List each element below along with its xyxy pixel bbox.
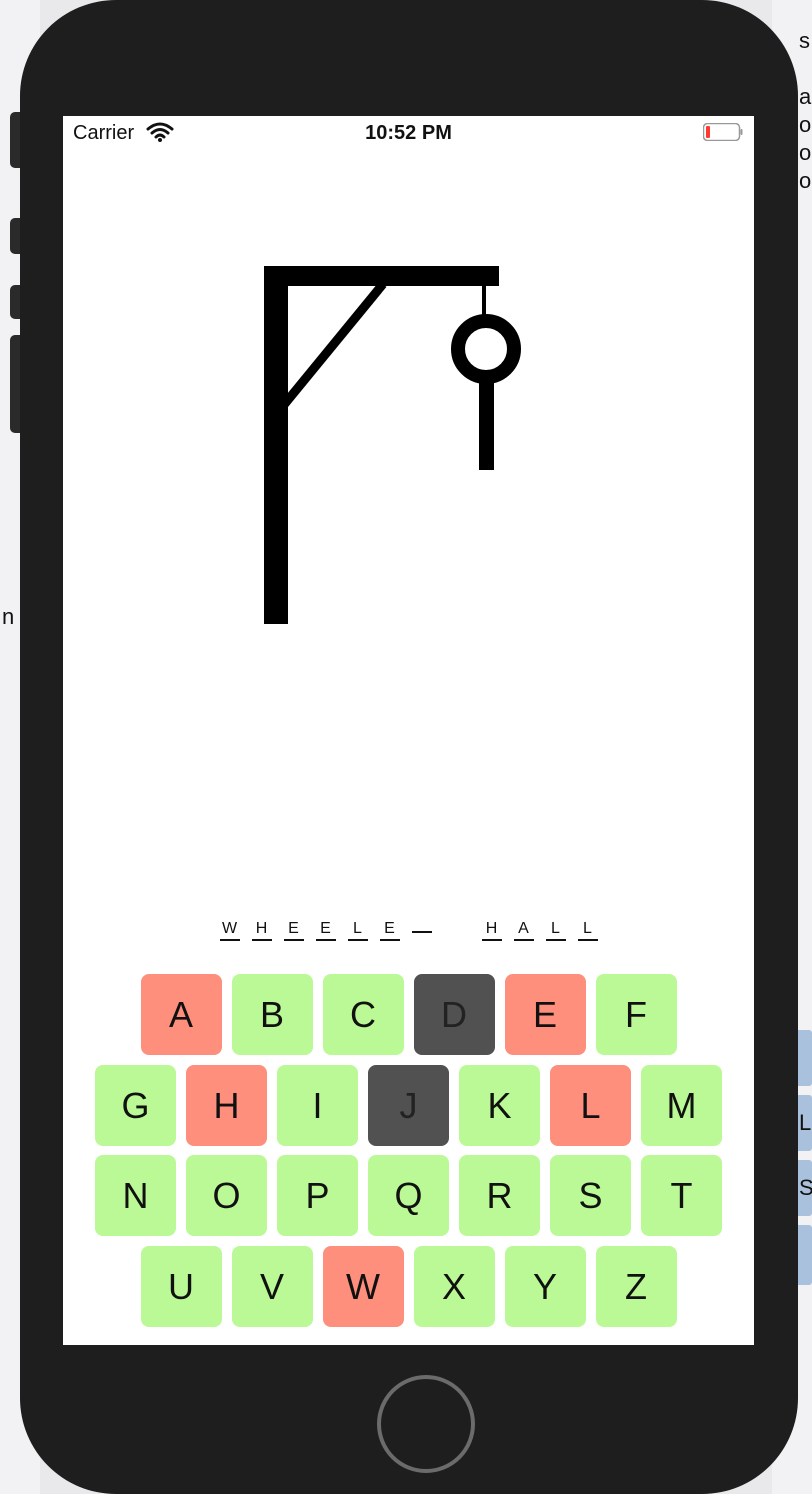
status-bar: Carrier 10:52 PM	[63, 116, 754, 150]
key-r[interactable]: R	[459, 1155, 540, 1236]
key-i[interactable]: I	[277, 1065, 358, 1146]
key-t[interactable]: T	[641, 1155, 722, 1236]
word-letter: E	[379, 919, 400, 941]
key-h[interactable]: H	[186, 1065, 267, 1146]
key-w[interactable]: W	[322, 1246, 404, 1327]
gallows-brace	[279, 281, 387, 409]
key-f[interactable]: F	[595, 974, 677, 1055]
battery-icon	[703, 123, 743, 141]
keyboard-row: U V W X Y Z	[63, 1246, 754, 1327]
key-x[interactable]: X	[413, 1246, 495, 1327]
key-s[interactable]: S	[550, 1155, 631, 1236]
word-letter: H	[481, 919, 502, 941]
background-text: S	[799, 1175, 812, 1200]
background-text: o	[799, 140, 812, 165]
key-q[interactable]: Q	[368, 1155, 449, 1236]
background-text: o	[799, 168, 812, 193]
background-text: s	[799, 28, 810, 53]
app-screen: Carrier 10:52 PM WHEELEHALL A B C D E F …	[63, 116, 754, 1345]
key-g[interactable]: G	[95, 1065, 176, 1146]
key-y[interactable]: Y	[504, 1246, 586, 1327]
background-text: L	[799, 1110, 812, 1135]
hangman-body	[479, 378, 494, 470]
gallows-rope	[482, 284, 486, 316]
word-letter: E	[283, 919, 304, 941]
key-b[interactable]: B	[231, 974, 313, 1055]
home-button[interactable]	[377, 1375, 475, 1473]
word-letter: H	[251, 919, 272, 941]
word-letter: L	[347, 919, 368, 941]
key-u[interactable]: U	[140, 1246, 222, 1327]
status-time: 10:52 PM	[365, 122, 452, 144]
hangman-gallows	[264, 266, 521, 624]
background-text: n	[2, 604, 15, 629]
keyboard-row: G H I J K L M	[63, 1065, 754, 1146]
word-letter: E	[315, 919, 336, 941]
key-p[interactable]: P	[277, 1155, 358, 1236]
background-text: o	[799, 112, 812, 137]
key-o[interactable]: O	[186, 1155, 267, 1236]
key-m[interactable]: M	[641, 1065, 722, 1146]
key-a[interactable]: A	[140, 974, 222, 1055]
word-letter: W	[219, 919, 240, 941]
key-l[interactable]: L	[550, 1065, 631, 1146]
key-z[interactable]: Z	[595, 1246, 677, 1327]
key-v[interactable]: V	[231, 1246, 313, 1327]
word-letter	[411, 911, 432, 933]
keyboard-row: N O P Q R S T	[63, 1155, 754, 1236]
hangman-head	[451, 314, 521, 384]
key-e[interactable]: E	[504, 974, 586, 1055]
key-c[interactable]: C	[322, 974, 404, 1055]
key-d[interactable]: D	[413, 974, 495, 1055]
gallows-post	[264, 266, 288, 624]
key-k[interactable]: K	[459, 1065, 540, 1146]
word-letter: L	[545, 919, 566, 941]
key-j[interactable]: J	[368, 1065, 449, 1146]
word-letter: A	[513, 919, 534, 941]
background-text: a	[799, 84, 812, 109]
key-n[interactable]: N	[95, 1155, 176, 1236]
secret-word: WHEELEHALL	[63, 911, 754, 941]
word-letter: L	[577, 919, 598, 941]
keyboard-row: A B C D E F	[63, 974, 754, 1055]
